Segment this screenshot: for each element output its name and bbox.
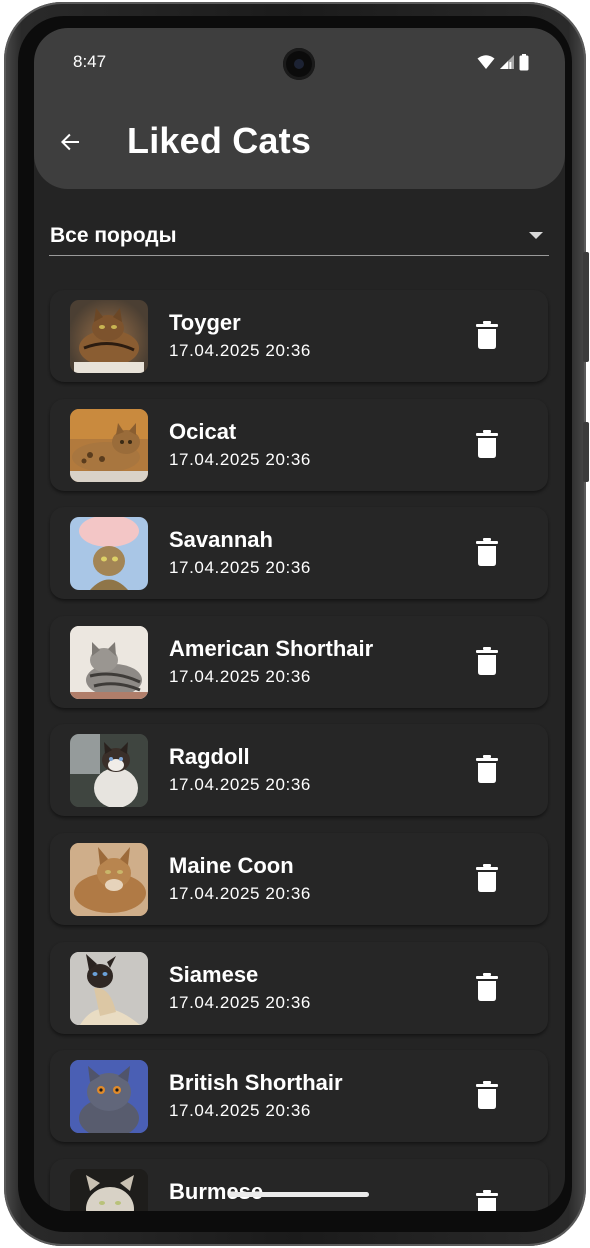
- liked-date: 17.04.2025 20:36: [169, 666, 311, 686]
- cat-photo: [70, 625, 148, 699]
- power-button: [583, 422, 589, 482]
- cat-breed-name: Savannah: [169, 527, 273, 553]
- trash-icon: [476, 1081, 498, 1110]
- signal-icon: [500, 55, 514, 69]
- cat-photo-image: [70, 951, 148, 1025]
- list-item[interactable]: British Shorthair 17.04.2025 20:36: [50, 1050, 548, 1143]
- status-time: 8:47: [73, 52, 107, 71]
- liked-date: 17.04.2025 20:36: [169, 992, 311, 1012]
- cat-photo-image: [70, 842, 148, 916]
- list-item[interactable]: Toyger 17.04.2025 20:36: [50, 290, 548, 382]
- cat-photo: [70, 951, 148, 1025]
- battery-icon: [519, 53, 529, 70]
- delete-button[interactable]: [470, 318, 504, 352]
- cat-breed-name: Maine Coon: [169, 852, 294, 878]
- trash-icon: [476, 972, 498, 1001]
- cat-photo-image: [70, 625, 148, 699]
- cat-photo-image: [70, 734, 148, 808]
- liked-date: 17.04.2025 20:36: [169, 775, 311, 795]
- cat-breed-name: British Shorthair: [169, 1070, 343, 1096]
- delete-button[interactable]: [470, 861, 504, 895]
- cat-photo-image: [70, 1168, 148, 1211]
- cat-breed-name: Ocicat: [169, 418, 237, 444]
- trash-icon: [476, 538, 498, 567]
- app-bar: 8:47 Liked Cats: [34, 28, 565, 189]
- cat-breed-name: Siamese: [169, 961, 259, 987]
- back-button[interactable]: [54, 126, 86, 158]
- list-item[interactable]: Burmese: [50, 1158, 548, 1211]
- delete-button[interactable]: [470, 535, 504, 569]
- liked-date: 17.04.2025 20:36: [169, 558, 311, 578]
- delete-button[interactable]: [470, 644, 504, 678]
- app-screen: 8:47 Liked Cats Все породы Toyger 17.04.…: [34, 28, 565, 1211]
- trash-icon: [476, 429, 498, 458]
- wifi-icon: [477, 55, 495, 69]
- page-title: Liked Cats: [127, 120, 312, 161]
- cat-breed-name: American Shorthair: [169, 635, 374, 661]
- list-item[interactable]: Siamese 17.04.2025 20:36: [50, 941, 548, 1034]
- cat-photo-image: [79, 517, 139, 591]
- cat-photo-image: [70, 300, 148, 373]
- liked-date: 17.04.2025 20:36: [169, 341, 311, 360]
- delete-button[interactable]: [470, 970, 504, 1004]
- cat-photo: [70, 734, 148, 808]
- arrow-left-icon: [61, 133, 79, 151]
- delete-button[interactable]: [470, 427, 504, 461]
- list-item[interactable]: American Shorthair 17.04.2025 20:36: [50, 615, 548, 708]
- delete-button[interactable]: [470, 752, 504, 786]
- cat-photo-image: [70, 408, 148, 482]
- cat-photo-image: [70, 1060, 148, 1134]
- gesture-home-bar[interactable]: [229, 1192, 369, 1197]
- cat-breed-name: Toyger: [169, 310, 241, 335]
- list-item[interactable]: Maine Coon 17.04.2025 20:36: [50, 832, 548, 925]
- breed-filter-dropdown[interactable]: Все породы: [49, 218, 549, 256]
- trash-icon: [476, 321, 498, 349]
- cat-photo: [70, 842, 148, 916]
- delete-button[interactable]: [470, 1078, 504, 1112]
- front-camera: [283, 48, 315, 80]
- volume-button: [583, 252, 589, 362]
- trash-icon: [476, 1189, 498, 1211]
- cat-photo: [70, 408, 148, 482]
- status-icons: [477, 52, 529, 72]
- list-item[interactable]: Savannah 17.04.2025 20:36: [50, 507, 548, 600]
- liked-date: 17.04.2025 20:36: [169, 1101, 311, 1121]
- liked-date: 17.04.2025 20:36: [169, 883, 311, 903]
- cat-photo: [70, 1168, 148, 1211]
- trash-icon: [476, 646, 498, 675]
- trash-icon: [476, 755, 498, 784]
- cat-photo: [70, 1060, 148, 1134]
- cat-photo: [70, 517, 148, 591]
- liked-cats-list: Toyger 17.04.2025 20:36 Ocicat 17.04.202…: [50, 290, 548, 1211]
- list-item[interactable]: Ragdoll 17.04.2025 20:36: [50, 724, 548, 817]
- cat-photo: [70, 300, 148, 373]
- list-item[interactable]: Ocicat 17.04.2025 20:36: [50, 398, 548, 491]
- trash-icon: [476, 863, 498, 892]
- delete-button[interactable]: [470, 1187, 504, 1211]
- breed-filter-value: Все породы: [50, 223, 177, 247]
- caret-down-icon: [529, 231, 543, 239]
- liked-date: 17.04.2025 20:36: [169, 449, 311, 469]
- cat-breed-name: Ragdoll: [169, 744, 250, 770]
